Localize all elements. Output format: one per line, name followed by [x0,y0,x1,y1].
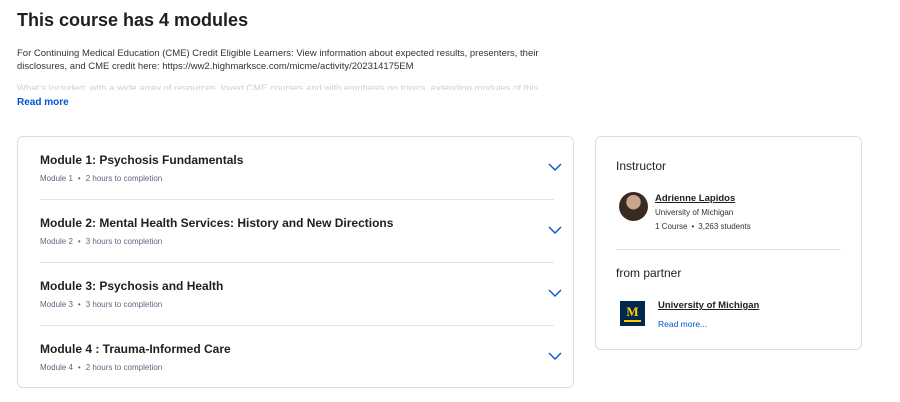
module-meta: Module 1 • 2 hours to completion [40,174,162,183]
module-duration: 2 hours to completion [85,174,163,183]
umich-logo[interactable]: M [620,301,645,326]
partner-name-link[interactable]: University of Michigan [658,300,759,311]
instructor-avatar[interactable] [619,192,648,221]
module-title[interactable]: Module 2: Mental Health Services: Histor… [40,216,393,230]
module-meta: Module 2 • 3 hours to completion [40,237,162,246]
instructor-name-link[interactable]: Adrienne Lapidos [655,193,735,204]
modules-list: Module 1: Psychosis Fundamentals Module … [17,136,574,388]
meta-separator: • [77,363,81,372]
meta-separator: • [77,237,81,246]
instructor-students: 3,263 students [698,222,751,231]
chevron-down-icon[interactable] [548,225,562,235]
module-label: Module 1 [40,174,73,183]
instructor-org: University of Michigan [655,208,734,217]
sidebar-card: Instructor Adrienne Lapidos University o… [595,136,862,350]
instructor-heading: Instructor [616,159,667,173]
sidebar-divider [616,249,841,250]
module-label: Module 3 [40,300,73,309]
partner-heading: from partner [616,266,682,280]
module-duration: 3 hours to completion [85,237,163,246]
module-item[interactable]: Module 4 : Trauma-Informed Care Module 4… [40,326,562,389]
module-title[interactable]: Module 1: Psychosis Fundamentals [40,153,243,167]
logo-underline [624,320,641,322]
page-heading: This course has 4 modules [17,10,249,30]
module-duration: 3 hours to completion [85,300,163,309]
chevron-down-icon[interactable] [548,162,562,172]
module-item[interactable]: Module 3: Psychosis and Health Module 3 •… [40,263,562,326]
chevron-down-icon[interactable] [548,351,562,361]
logo-letter: M [626,304,639,319]
meta-separator: • [691,222,695,231]
module-label: Module 4 [40,363,73,372]
chevron-down-icon[interactable] [548,288,562,298]
module-item[interactable]: Module 2: Mental Health Services: Histor… [40,200,562,263]
read-more-link[interactable]: Read more [17,97,69,108]
course-description-faded: What's Included: with a wide array of re… [17,83,539,90]
module-meta: Module 3 • 3 hours to completion [40,300,162,309]
module-title[interactable]: Module 4 : Trauma-Informed Care [40,342,231,356]
instructor-stats: 1 Course • 3,263 students [655,222,751,231]
instructor-courses: 1 Course [655,222,688,231]
module-meta: Module 4 • 2 hours to completion [40,363,162,372]
module-duration: 2 hours to completion [85,363,163,372]
meta-separator: • [77,174,81,183]
partner-read-more-link[interactable]: Read more... [658,319,707,329]
module-item[interactable]: Module 1: Psychosis Fundamentals Module … [40,137,562,200]
module-label: Module 2 [40,237,73,246]
course-description: For Continuing Medical Education (CME) C… [17,48,539,72]
module-title[interactable]: Module 3: Psychosis and Health [40,279,223,293]
meta-separator: • [77,300,81,309]
